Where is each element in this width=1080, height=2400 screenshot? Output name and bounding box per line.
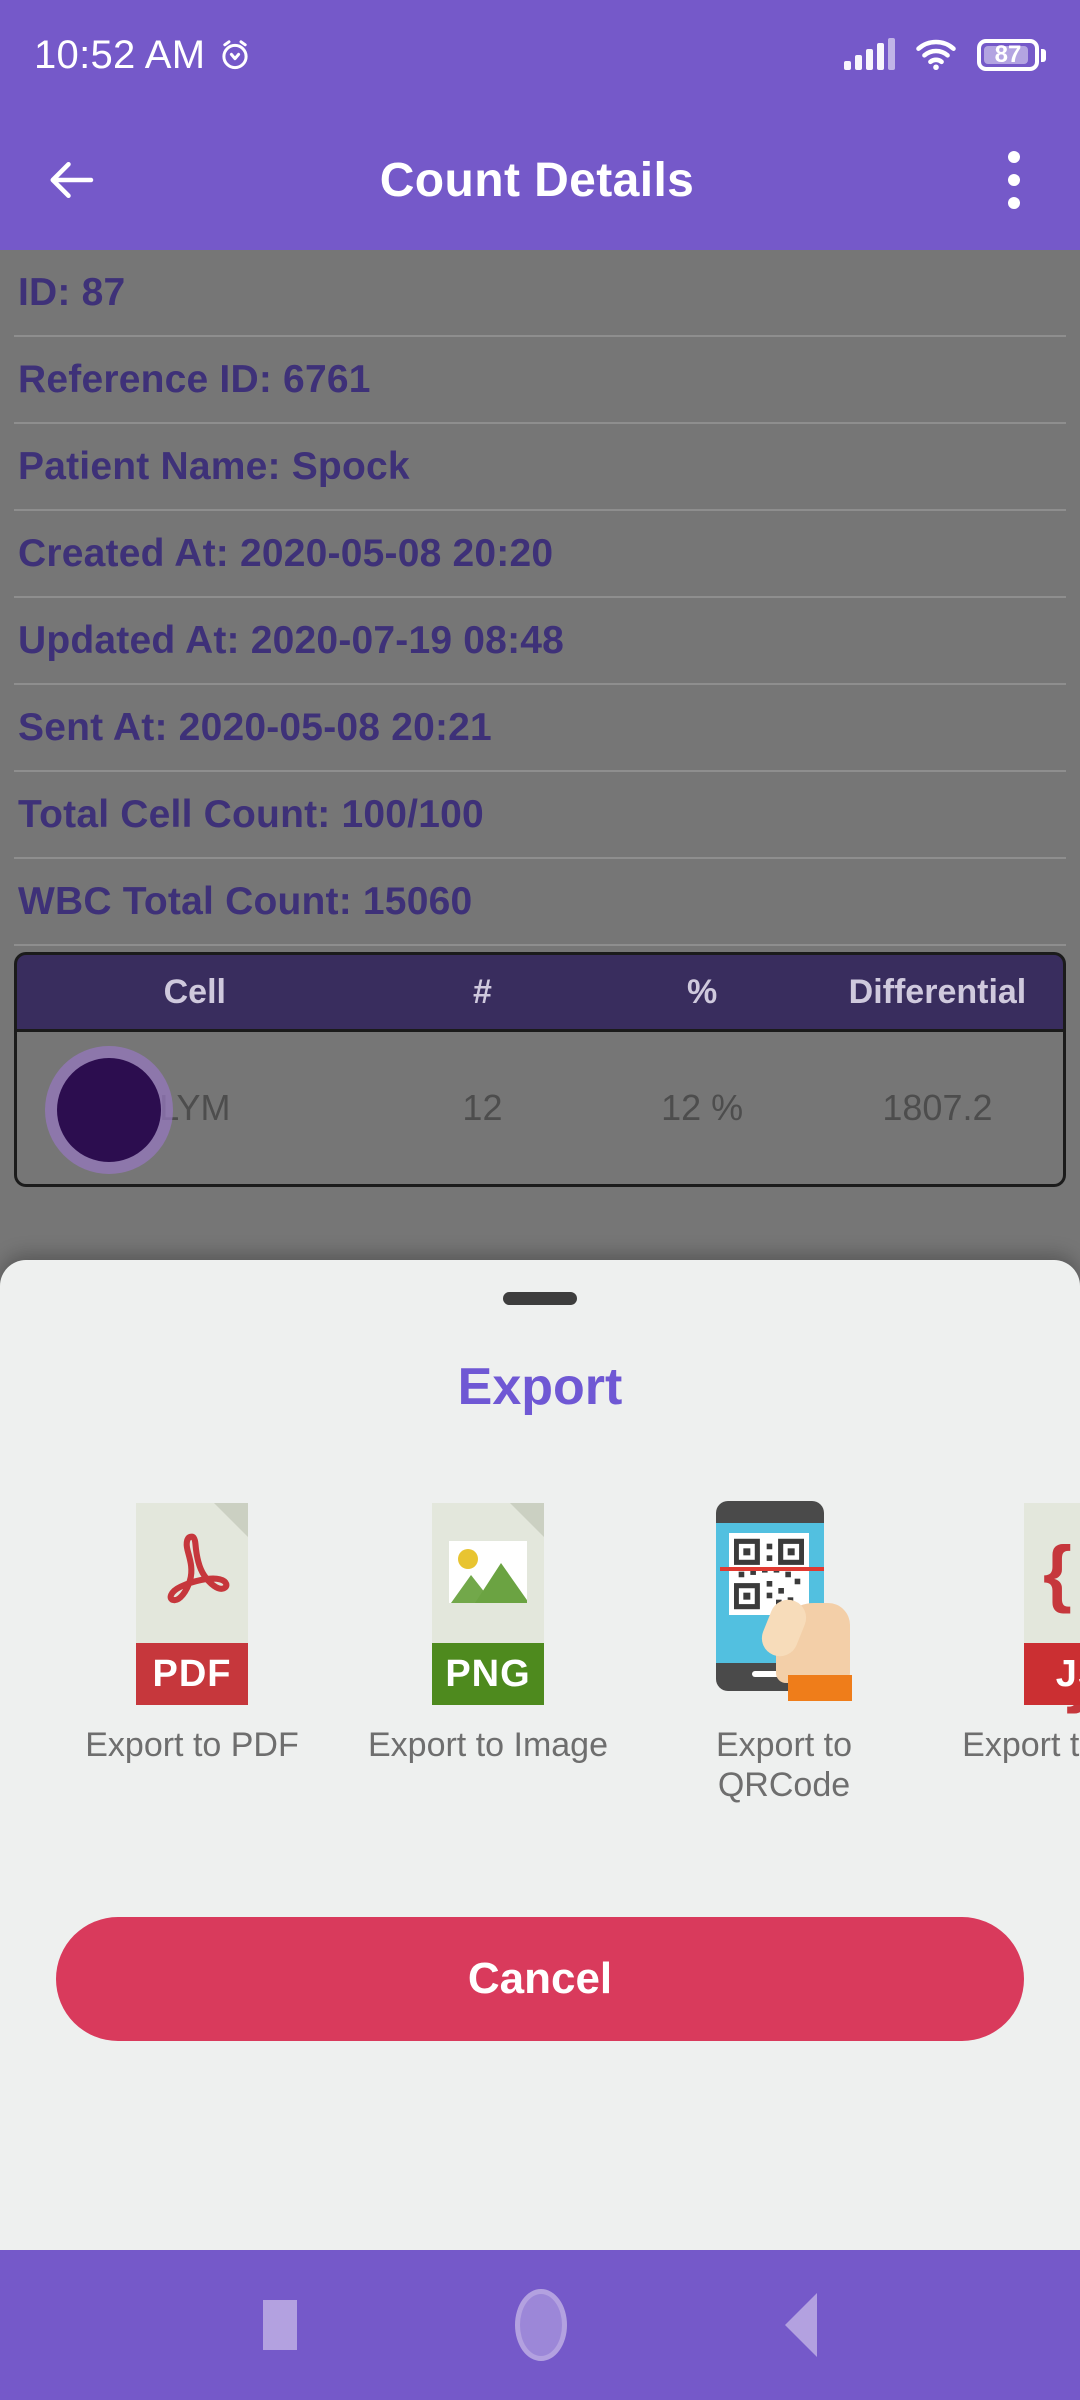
system-navigation-bar [0,2250,1080,2400]
battery-icon: 87 [977,39,1046,71]
battery-percent: 87 [994,41,1022,68]
status-bar-right: 87 [844,38,1046,71]
export-option-label: Export to PDF [85,1726,299,1764]
image-thumbnail-icon [449,1541,527,1603]
detail-row-patient-name: Patient Name: Spock [14,424,1066,511]
cancel-button[interactable]: Cancel [56,1917,1024,2042]
detail-text: Sent At: 2020-05-08 20:21 [18,705,492,749]
detail-row-updated-at: Updated At: 2020-07-19 08:48 [14,598,1066,685]
table-row[interactable]: LYM 12 12 % 1807.2 [14,1032,1066,1187]
export-option-qrcode[interactable]: Export to QRCode [636,1495,932,1805]
detail-text: Updated At: 2020-07-19 08:48 [18,618,565,662]
sheet-title: Export [457,1358,623,1416]
cellular-signal-icon [844,38,895,70]
export-option-token[interactable]: { ; } JS Export to Token [932,1495,1080,1765]
qrcode-scan-phone-icon [704,1495,864,1701]
phone-screen: 10:52 AM 87 Count Details ID: 87 Referen… [0,0,1080,2400]
export-options-row: PDF Export to PDF PNG Export to Image Ex… [0,1495,1080,1805]
table-header-row: Cell # % Differential [14,952,1066,1032]
scan-line-icon [720,1567,824,1571]
cell-counts-table: Cell # % Differential LYM 12 12 % 1807.2 [14,952,1066,1187]
export-option-image[interactable]: PNG Export to Image [340,1495,636,1765]
cell-color-dot-icon [57,1058,161,1162]
detail-text: ID: 87 [18,270,126,314]
drag-handle-icon[interactable] [503,1292,577,1305]
detail-text: Total Cell Count: 100/100 [18,792,484,836]
back-triangle-icon[interactable] [785,2293,817,2357]
export-option-pdf[interactable]: PDF Export to PDF [44,1495,340,1765]
detail-text: Reference ID: 6761 [18,357,371,401]
cell-count: 12 [462,1087,503,1128]
acrobat-swirl-icon [167,1533,230,1604]
export-option-label: Export to QRCode [715,1726,853,1805]
detail-row-created-at: Created At: 2020-05-08 20:20 [14,511,1066,598]
detail-row-sent-at: Sent At: 2020-05-08 20:21 [14,685,1066,772]
detail-list: ID: 87 Reference ID: 6761 Patient Name: … [0,250,1080,946]
recents-square-icon[interactable] [263,2300,297,2350]
cell-percent: 12 % [661,1087,744,1128]
column-header-count: # [472,972,492,1011]
json-file-icon: { ; } JS [1000,1495,1080,1714]
status-bar-left: 10:52 AM [34,33,253,78]
detail-row-id: ID: 87 [14,250,1066,337]
column-header-percent: % [686,972,718,1011]
column-header-differential: Differential [848,972,1027,1011]
alarm-clock-icon [222,40,249,70]
detail-row-total-cell-count: Total Cell Count: 100/100 [14,772,1066,859]
png-image-file-icon: PNG [408,1495,568,1705]
json-band-label: JS [1055,1652,1080,1695]
page-title: Count Details [379,153,695,207]
curly-braces-icon: { ; } [1043,1531,1080,1714]
detail-row-reference-id: Reference ID: 6761 [14,337,1066,424]
export-option-label: Export to Image [367,1726,608,1764]
cell-differential: 1807.2 [882,1087,993,1128]
home-circle-icon[interactable] [515,2289,567,2361]
png-band-label: PNG [445,1652,531,1695]
export-bottom-sheet: Export PDF Export to PDF PNG Export to I… [0,1260,1080,2250]
app-bar: Count Details [0,110,1080,250]
status-bar: 10:52 AM 87 [0,0,1080,110]
pdf-band-label: PDF [152,1652,232,1695]
column-header-cell: Cell [163,972,226,1011]
export-option-label: Export to Token [962,1726,1080,1764]
detail-text: Created At: 2020-05-08 20:20 [18,531,554,575]
detail-text: WBC Total Count: 15060 [18,879,473,923]
detail-row-wbc-total-count: WBC Total Count: 15060 [14,859,1066,946]
wifi-icon [916,39,956,71]
status-time: 10:52 AM [34,32,206,77]
detail-text: Patient Name: Spock [18,444,410,488]
pdf-file-icon: PDF [112,1495,272,1705]
more-vertical-icon[interactable] [994,141,1034,219]
